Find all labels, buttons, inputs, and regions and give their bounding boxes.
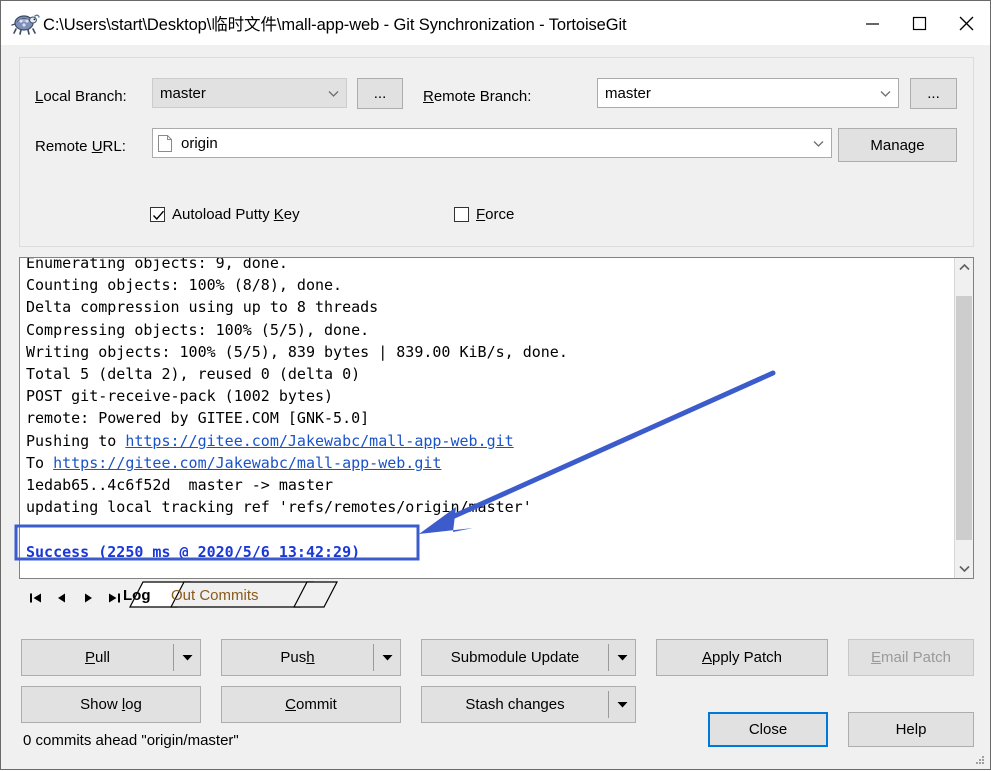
log-output-panel[interactable]: Enumerating objects: 9, done. Counting ob… — [19, 257, 974, 579]
pull-button[interactable]: Pull — [21, 639, 201, 676]
checkbox-box — [150, 207, 165, 222]
tortoise-turtle-icon — [9, 9, 41, 37]
commit-label: Commit — [285, 696, 337, 713]
commit-button[interactable]: Commit — [221, 686, 401, 723]
tab-out-commits[interactable]: Out Commits — [171, 587, 259, 604]
log-line: POST git-receive-pack (1002 bytes) — [26, 387, 334, 406]
chevron-down-icon[interactable] — [955, 559, 973, 578]
log-line: Pushing to https://gitee.com/Jakewabc/ma… — [26, 431, 514, 450]
remote-url-label: Remote URL: — [35, 138, 126, 155]
autoload-putty-key-checkbox[interactable]: Autoload Putty Key — [150, 206, 300, 223]
force-checkbox[interactable]: Force — [454, 206, 514, 223]
log-line: Enumerating objects: 9, done. — [26, 257, 288, 272]
chevron-down-icon[interactable] — [609, 687, 635, 722]
remote-branch-label: Remote Branch: — [423, 88, 532, 105]
chevron-up-icon[interactable] — [955, 258, 973, 277]
log-line: Total 5 (delta 2), reused 0 (delta 0) — [26, 365, 361, 384]
stash-changes-button[interactable]: Stash changes — [421, 686, 636, 723]
log-line: Delta compression using up to 8 threads — [26, 298, 379, 317]
remote-url-value: origin — [181, 134, 218, 152]
autoload-putty-key-label: Autoload Putty Key — [172, 206, 300, 223]
local-branch-browse-label: ... — [373, 85, 387, 102]
checkbox-box — [454, 207, 469, 222]
chevron-down-icon — [805, 140, 831, 147]
log-tabstrip — [19, 581, 974, 617]
remote-branch-combobox[interactable]: master — [597, 78, 899, 108]
log-line: remote: Powered by GITEE.COM [GNK-5.0] — [26, 409, 370, 428]
chevron-down-icon[interactable] — [174, 640, 200, 675]
maximize-button[interactable] — [896, 1, 943, 45]
sync-settings-panel: Local Branch: master ... Remote Branch: … — [19, 57, 974, 247]
tab-shapes — [129, 581, 338, 608]
show-log-label: Show log — [80, 696, 142, 713]
log-link[interactable]: https://gitee.com/Jakewabc/mall-app-web.… — [125, 432, 513, 450]
scrollbar-thumb[interactable] — [956, 296, 972, 540]
chevron-down-icon[interactable] — [374, 640, 400, 675]
status-bar-text: 0 commits ahead "origin/master" — [23, 732, 239, 749]
chevron-down-icon — [872, 90, 898, 97]
submodule-update-button[interactable]: Submodule Update — [421, 639, 636, 676]
local-branch-browse-button[interactable]: ... — [357, 78, 403, 109]
close-button-action[interactable]: Close — [708, 712, 828, 747]
log-vertical-scrollbar[interactable] — [954, 258, 973, 578]
log-line: 1edab65..4c6f52d master -> master — [26, 476, 334, 495]
local-branch-label: Local Branch: — [35, 88, 127, 105]
tab-log[interactable]: Log — [123, 587, 151, 604]
chevron-down-icon — [320, 90, 346, 97]
window-title: C:\Users\start\Desktop\临时文件\mall-app-web… — [43, 16, 627, 34]
help-label: Help — [895, 721, 927, 738]
log-line: Counting objects: 100% (8/8), done. — [26, 276, 343, 295]
help-button[interactable]: Help — [848, 712, 974, 747]
local-branch-combobox[interactable]: master — [152, 78, 347, 108]
tortoisegit-sync-window: C:\Users\start\Desktop\临时文件\mall-app-web… — [0, 0, 991, 770]
document-icon — [158, 134, 172, 152]
pull-label: Pull — [84, 649, 111, 666]
apply-patch-label: Apply Patch — [701, 649, 783, 666]
manage-label: Manage — [870, 136, 925, 154]
show-log-button[interactable]: Show log — [21, 686, 201, 723]
remote-url-combobox[interactable]: origin — [152, 128, 832, 158]
local-branch-value: master — [160, 84, 206, 102]
resize-grip-icon[interactable] — [974, 754, 986, 766]
log-link[interactable]: https://gitee.com/Jakewabc/mall-app-web.… — [53, 454, 441, 472]
log-line: To https://gitee.com/Jakewabc/mall-app-w… — [26, 453, 442, 472]
title-bar: C:\Users\start\Desktop\临时文件\mall-app-web… — [1, 1, 990, 45]
close-button[interactable] — [943, 1, 990, 45]
push-label: Pus h — [280, 649, 315, 666]
log-success-text: Success (2250 ms @ 2020/5/6 13:42:29) — [26, 542, 361, 561]
minimize-button[interactable] — [849, 1, 896, 45]
remote-branch-browse-button[interactable]: ... — [910, 78, 957, 109]
remote-branch-browse-label: ... — [927, 85, 940, 102]
log-line: Compressing objects: 100% (5/5), done. — [26, 320, 370, 339]
manage-button[interactable]: Manage — [838, 128, 957, 162]
submodule-update-label: Submodule Update — [450, 649, 580, 666]
remote-branch-value: master — [605, 84, 651, 102]
stash-changes-label: Stash changes — [465, 696, 565, 713]
email-patch-label: Email Patch — [870, 649, 952, 666]
apply-patch-button[interactable]: Apply Patch — [656, 639, 828, 676]
log-line: updating local tracking ref 'refs/remote… — [26, 498, 532, 517]
close-label: Close — [748, 721, 788, 738]
log-line: Success (2250 ms @ 2020/5/6 13:42:29) — [26, 541, 951, 563]
log-output-text: Enumerating objects: 9, done. Counting ob… — [26, 257, 951, 563]
push-button[interactable]: Pus h — [221, 639, 401, 676]
force-label: Force — [476, 206, 515, 223]
email-patch-button: Email Patch — [848, 639, 974, 676]
chevron-down-icon[interactable] — [609, 640, 635, 675]
log-line: Writing objects: 100% (5/5), 839 bytes |… — [26, 342, 568, 361]
